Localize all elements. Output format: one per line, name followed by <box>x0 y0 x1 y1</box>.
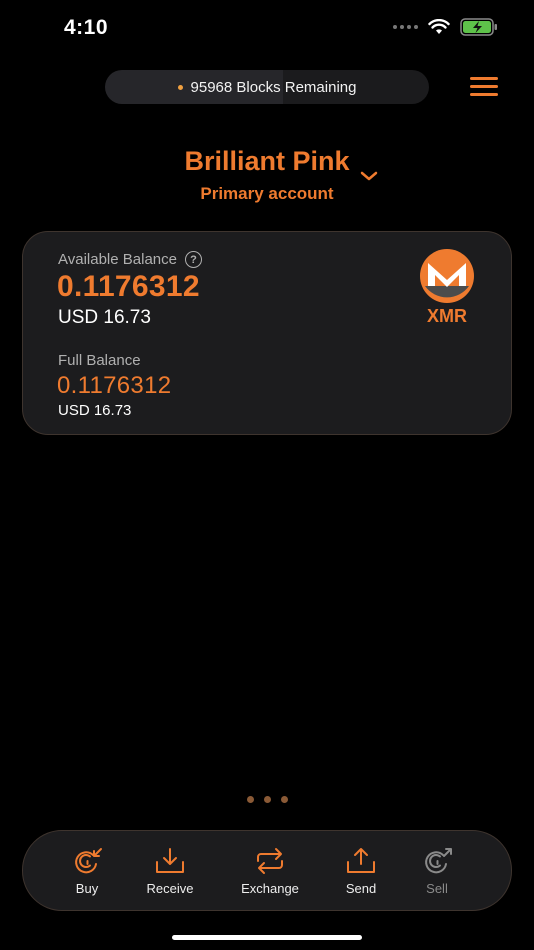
action-bar: Buy Receive Exchange Send Sell <box>22 830 512 911</box>
buy-label: Buy <box>75 881 99 896</box>
page-dot <box>264 796 271 803</box>
exchange-label: Exchange <box>241 881 299 896</box>
sell-button[interactable]: Sell <box>397 847 477 896</box>
send-icon <box>347 848 375 873</box>
wallet-selector[interactable]: Brilliant Pink <box>0 146 534 177</box>
exchange-icon <box>257 848 283 874</box>
full-balance-usd: USD 16.73 <box>58 402 132 419</box>
wallet-name[interactable]: Brilliant Pink <box>184 146 349 177</box>
send-button[interactable]: Send <box>321 847 401 896</box>
wifi-icon <box>428 19 450 34</box>
page-dot <box>281 796 288 803</box>
menu-button[interactable] <box>470 77 498 97</box>
battery-charging-icon <box>460 18 497 36</box>
receive-icon <box>156 848 184 873</box>
status-indicators <box>393 18 498 36</box>
full-balance-label: Full Balance <box>58 352 141 369</box>
buy-icon <box>75 848 102 874</box>
menu-icon-line <box>470 93 498 96</box>
balance-card[interactable]: Available Balance ? 0.1176312 USD 16.73 … <box>22 231 512 435</box>
send-label: Send <box>345 881 377 896</box>
available-balance-label: Available Balance <box>58 251 177 268</box>
status-time: 4:10 <box>64 16 109 39</box>
sync-dot-icon <box>177 84 183 90</box>
menu-icon-line <box>470 77 498 80</box>
sell-icon <box>425 848 452 874</box>
exchange-button[interactable]: Exchange <box>230 847 310 896</box>
available-balance-label-row: Available Balance ? <box>58 251 202 268</box>
sync-status-text: 95968 Blocks Remaining <box>190 78 357 96</box>
full-balance-amount: 0.1176312 <box>57 372 172 399</box>
receive-button[interactable]: Receive <box>130 847 210 896</box>
menu-icon-line <box>470 85 498 88</box>
available-balance-usd: USD 16.73 <box>58 307 151 328</box>
wallet-dashboard-screen: 4:10 95968 Blocks Remaining Brilliant Pi… <box>0 0 534 950</box>
home-indicator[interactable] <box>172 935 362 940</box>
coin-ticker: XMR <box>427 306 467 326</box>
account-label: Primary account <box>200 184 334 203</box>
help-icon[interactable]: ? <box>184 251 202 268</box>
chevron-down-icon[interactable] <box>360 170 378 182</box>
monero-logo-icon <box>420 249 474 303</box>
sync-status-pill: 95968 Blocks Remaining <box>105 70 429 104</box>
receive-label: Receive <box>146 881 194 896</box>
page-indicator <box>247 796 288 803</box>
page-dot <box>247 796 254 803</box>
available-balance-amount: 0.1176312 <box>57 270 200 303</box>
sell-label: Sell <box>426 881 448 896</box>
buy-button[interactable]: Buy <box>47 847 127 896</box>
cellular-signal-icon <box>393 25 418 29</box>
